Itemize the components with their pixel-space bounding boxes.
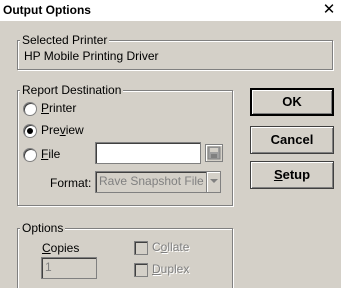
- save-file-button[interactable]: [205, 144, 223, 162]
- copies-label: Copies: [42, 241, 80, 255]
- duplex-label[interactable]: Duplex: [152, 262, 189, 276]
- cancel-button[interactable]: Cancel: [250, 126, 334, 154]
- copies-field[interactable]: 1: [41, 257, 97, 279]
- file-radio-label[interactable]: File: [41, 147, 60, 161]
- printer-name: HP Mobile Printing Driver: [24, 49, 159, 63]
- setup-button[interactable]: Setup: [250, 161, 334, 189]
- output-options-dialog: Output Options ✕ Selected Printer HP Mob…: [0, 0, 341, 288]
- preview-radio[interactable]: [23, 124, 37, 138]
- format-label: Format:: [50, 176, 92, 190]
- options-legend: Options: [20, 221, 66, 235]
- duplex-checkbox[interactable]: [134, 263, 148, 277]
- file-radio[interactable]: [23, 148, 37, 162]
- dialog-title: Output Options: [3, 3, 91, 17]
- close-icon[interactable]: ✕: [321, 2, 337, 18]
- preview-radio-label[interactable]: Preview: [41, 123, 84, 137]
- collate-checkbox[interactable]: [134, 241, 148, 255]
- format-select[interactable]: Rave Snapshot File: [95, 171, 221, 193]
- printer-radio[interactable]: [23, 102, 37, 116]
- file-path-field[interactable]: [95, 142, 201, 164]
- report-destination-legend: Report Destination: [20, 83, 124, 97]
- ok-button[interactable]: OK: [250, 88, 334, 116]
- selected-printer-legend: Selected Printer: [20, 33, 110, 47]
- format-select-value: Rave Snapshot File: [99, 174, 204, 188]
- floppy-icon: [207, 146, 221, 160]
- chevron-down-icon[interactable]: [206, 172, 220, 192]
- printer-radio-label[interactable]: Printer: [41, 101, 76, 115]
- title-bar[interactable]: Output Options ✕: [0, 0, 341, 21]
- collate-label[interactable]: Collate: [152, 240, 189, 254]
